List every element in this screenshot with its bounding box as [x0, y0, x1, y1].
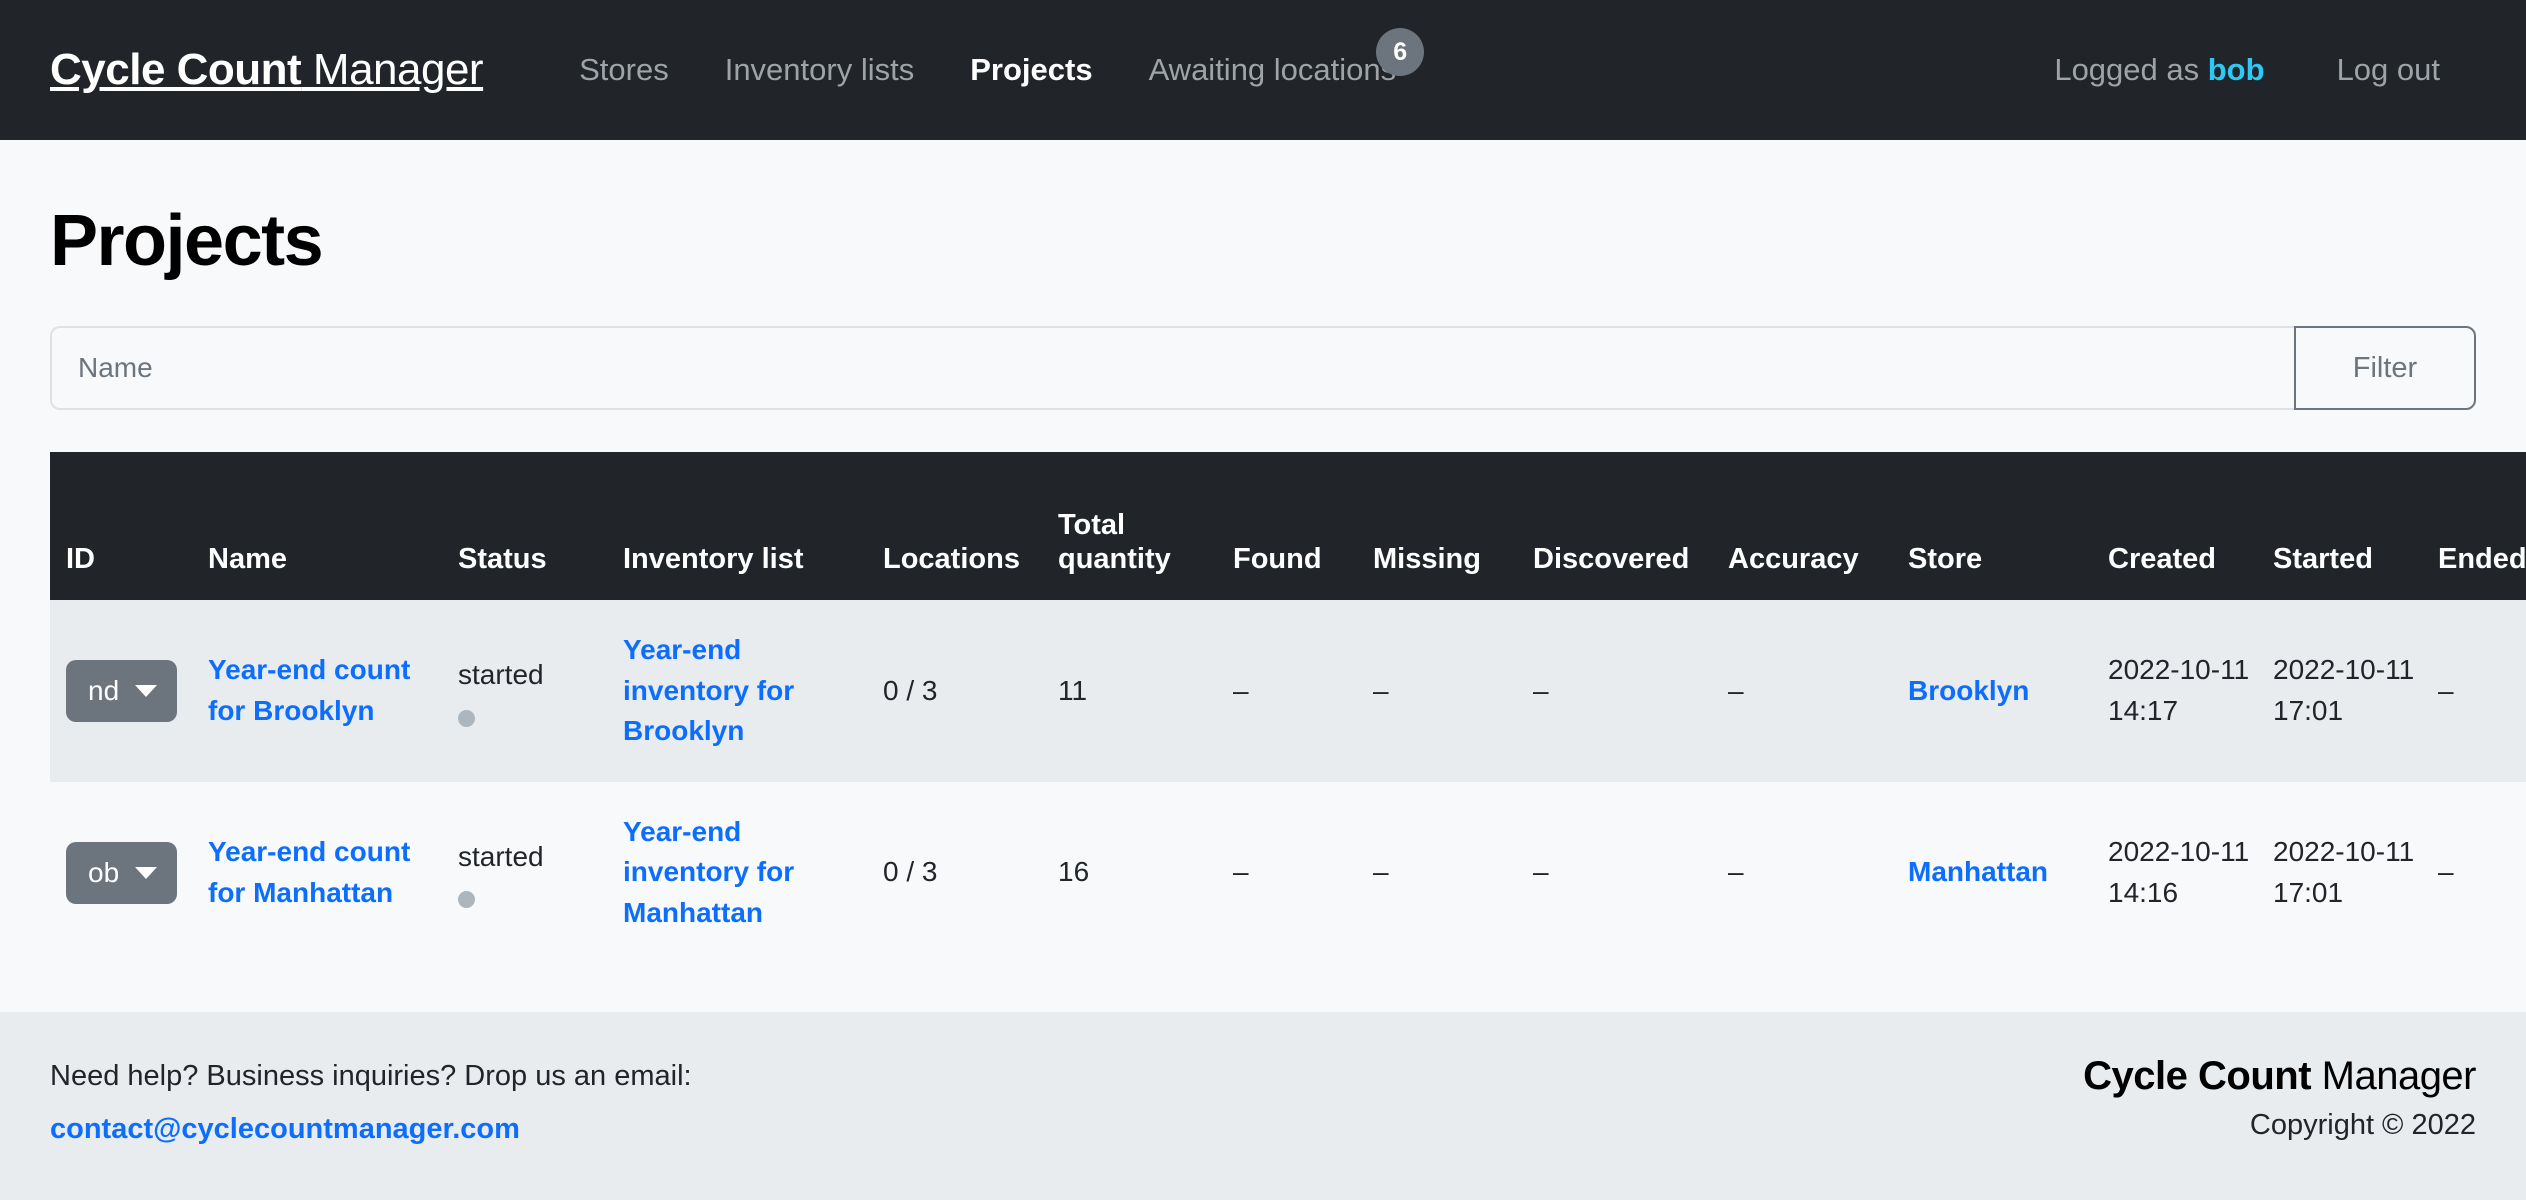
status-badge: started: [458, 840, 544, 872]
cell-discovered: –: [1525, 781, 1720, 964]
cell-id: nd: [50, 600, 200, 782]
project-name-link[interactable]: Year-end count for Manhattan: [208, 836, 410, 908]
cell-started: 2022-10-11 17:01: [2265, 600, 2430, 782]
footer-brand: Cycle Count Manager: [2083, 1054, 2476, 1099]
table-body: nd Year-end count for Brooklyn started Y…: [50, 600, 2526, 964]
cell-id: ob: [50, 781, 200, 964]
cell-total-quantity: 16: [1050, 781, 1225, 964]
page-title: Projects: [50, 201, 324, 281]
column-header-started[interactable]: Started: [2265, 452, 2430, 600]
project-id-label: ob: [88, 856, 120, 888]
status-badge: started: [458, 659, 544, 691]
column-header-accuracy[interactable]: Accuracy: [1720, 452, 1900, 600]
project-id-label: nd: [88, 674, 120, 706]
cell-inventory-list: Year-end inventory for Brooklyn: [615, 600, 875, 782]
filter-bar: Filter: [50, 326, 2476, 410]
cell-ended: –: [2430, 781, 2526, 964]
column-header-inventory-list[interactable]: Inventory list: [615, 452, 875, 600]
status-dot-icon: [458, 891, 475, 909]
cell-name: Year-end count for Manhattan: [200, 781, 450, 964]
table-row: ob Year-end count for Manhattan started: [50, 781, 2526, 964]
projects-table: ID Name Status Inventory list Locations …: [50, 452, 2526, 964]
footer-contact-block: Need help? Business inquiries? Drop us a…: [50, 1054, 692, 1152]
cell-created: 2022-10-11 14:17: [2100, 600, 2265, 782]
table-head: ID Name Status Inventory list Locations …: [50, 452, 2526, 600]
column-header-locations[interactable]: Locations: [875, 452, 1050, 600]
top-navbar: Cycle Count Manager Stores Inventory lis…: [0, 0, 2526, 140]
cell-missing: –: [1365, 781, 1525, 964]
footer-email-link[interactable]: contact@cyclecountmanager.com: [50, 1107, 692, 1152]
inventory-list-link[interactable]: Year-end inventory for Brooklyn: [623, 634, 794, 746]
cell-status: started: [450, 781, 615, 964]
cell-name: Year-end count for Brooklyn: [200, 600, 450, 782]
cell-locations: 0 / 3: [875, 781, 1050, 964]
column-header-discovered[interactable]: Discovered: [1525, 452, 1720, 600]
footer-brand-strong-text: Cycle Count: [2083, 1054, 2312, 1099]
brand-logo[interactable]: Cycle Count Manager: [50, 45, 484, 95]
column-header-ended[interactable]: Ended: [2430, 452, 2526, 600]
page-footer: Need help? Business inquiries? Drop us a…: [0, 1012, 2526, 1200]
column-header-total-quantity[interactable]: Total quantity: [1050, 452, 1225, 600]
cell-store: Brooklyn: [1900, 600, 2100, 782]
nav-item-awaiting-locations-wrapper: Awaiting locations 6: [1121, 0, 1425, 140]
nav-item-awaiting-locations[interactable]: Awaiting locations: [1121, 0, 1425, 140]
logged-as-username: bob: [2207, 52, 2265, 87]
table-row: nd Year-end count for Brooklyn started Y…: [50, 600, 2526, 782]
column-header-store[interactable]: Store: [1900, 452, 2100, 600]
cell-ended: –: [2430, 600, 2526, 782]
nav-item-stores[interactable]: Stores: [551, 0, 697, 140]
footer-brand-light-text: Manager: [2311, 1054, 2477, 1099]
cell-found: –: [1225, 600, 1365, 782]
cell-status: started: [450, 600, 615, 782]
cell-created: 2022-10-11 14:16: [2100, 781, 2265, 964]
footer-copyright: Copyright © 2022: [2249, 1109, 2476, 1142]
chevron-down-icon: [135, 684, 158, 697]
cell-inventory-list: Year-end inventory for Manhattan: [615, 781, 875, 964]
status-dot-icon: [458, 709, 475, 727]
cell-missing: –: [1365, 600, 1525, 782]
user-nav: Logged as bob Log out: [2018, 0, 2476, 140]
logged-as-prefix: Logged as: [2054, 52, 2208, 87]
cell-found: –: [1225, 781, 1365, 964]
column-header-found[interactable]: Found: [1225, 452, 1365, 600]
name-filter-input[interactable]: [50, 326, 2294, 410]
nav-item-inventory-lists[interactable]: Inventory lists: [697, 0, 943, 140]
logged-as-label: Logged as bob: [2018, 0, 2300, 140]
app-root: Cycle Count Manager Stores Inventory lis…: [0, 0, 2526, 1200]
footer-help-text: Need help? Business inquiries? Drop us a…: [50, 1060, 692, 1093]
filter-button[interactable]: Filter: [2294, 326, 2476, 410]
cell-total-quantity: 11: [1050, 600, 1225, 782]
cell-started: 2022-10-11 17:01: [2265, 781, 2430, 964]
chevron-down-icon: [135, 866, 158, 879]
project-id-dropdown-button[interactable]: nd: [66, 659, 178, 722]
projects-table-wrapper: ID Name Status Inventory list Locations …: [50, 452, 2526, 964]
cell-accuracy: –: [1720, 781, 1900, 964]
footer-brand-block: Cycle Count Manager Copyright © 2022: [2083, 1054, 2476, 1142]
nav-item-projects[interactable]: Projects: [942, 0, 1120, 140]
primary-nav: Stores Inventory lists Projects Awaiting…: [551, 0, 1425, 140]
column-header-id[interactable]: ID: [50, 452, 200, 600]
table-header-row: ID Name Status Inventory list Locations …: [50, 452, 2526, 600]
column-header-created[interactable]: Created: [2100, 452, 2265, 600]
cell-locations: 0 / 3: [875, 600, 1050, 782]
store-link[interactable]: Brooklyn: [1908, 675, 2029, 706]
cell-accuracy: –: [1720, 600, 1900, 782]
project-name-link[interactable]: Year-end count for Brooklyn: [208, 654, 410, 726]
awaiting-locations-badge: 6: [1376, 28, 1425, 76]
inventory-list-link[interactable]: Year-end inventory for Manhattan: [623, 816, 794, 928]
project-id-dropdown-button[interactable]: ob: [66, 841, 178, 904]
column-header-missing[interactable]: Missing: [1365, 452, 1525, 600]
column-header-name[interactable]: Name: [200, 452, 450, 600]
store-link[interactable]: Manhattan: [1908, 856, 2048, 887]
brand-strong-text: Cycle Count: [50, 45, 302, 94]
column-header-status[interactable]: Status: [450, 452, 615, 600]
brand-light-text: Manager: [301, 45, 484, 94]
main-content: Projects Filter ID Name Status In: [0, 140, 2526, 1013]
logout-link[interactable]: Log out: [2301, 0, 2476, 140]
cell-discovered: –: [1525, 600, 1720, 782]
cell-store: Manhattan: [1900, 781, 2100, 964]
